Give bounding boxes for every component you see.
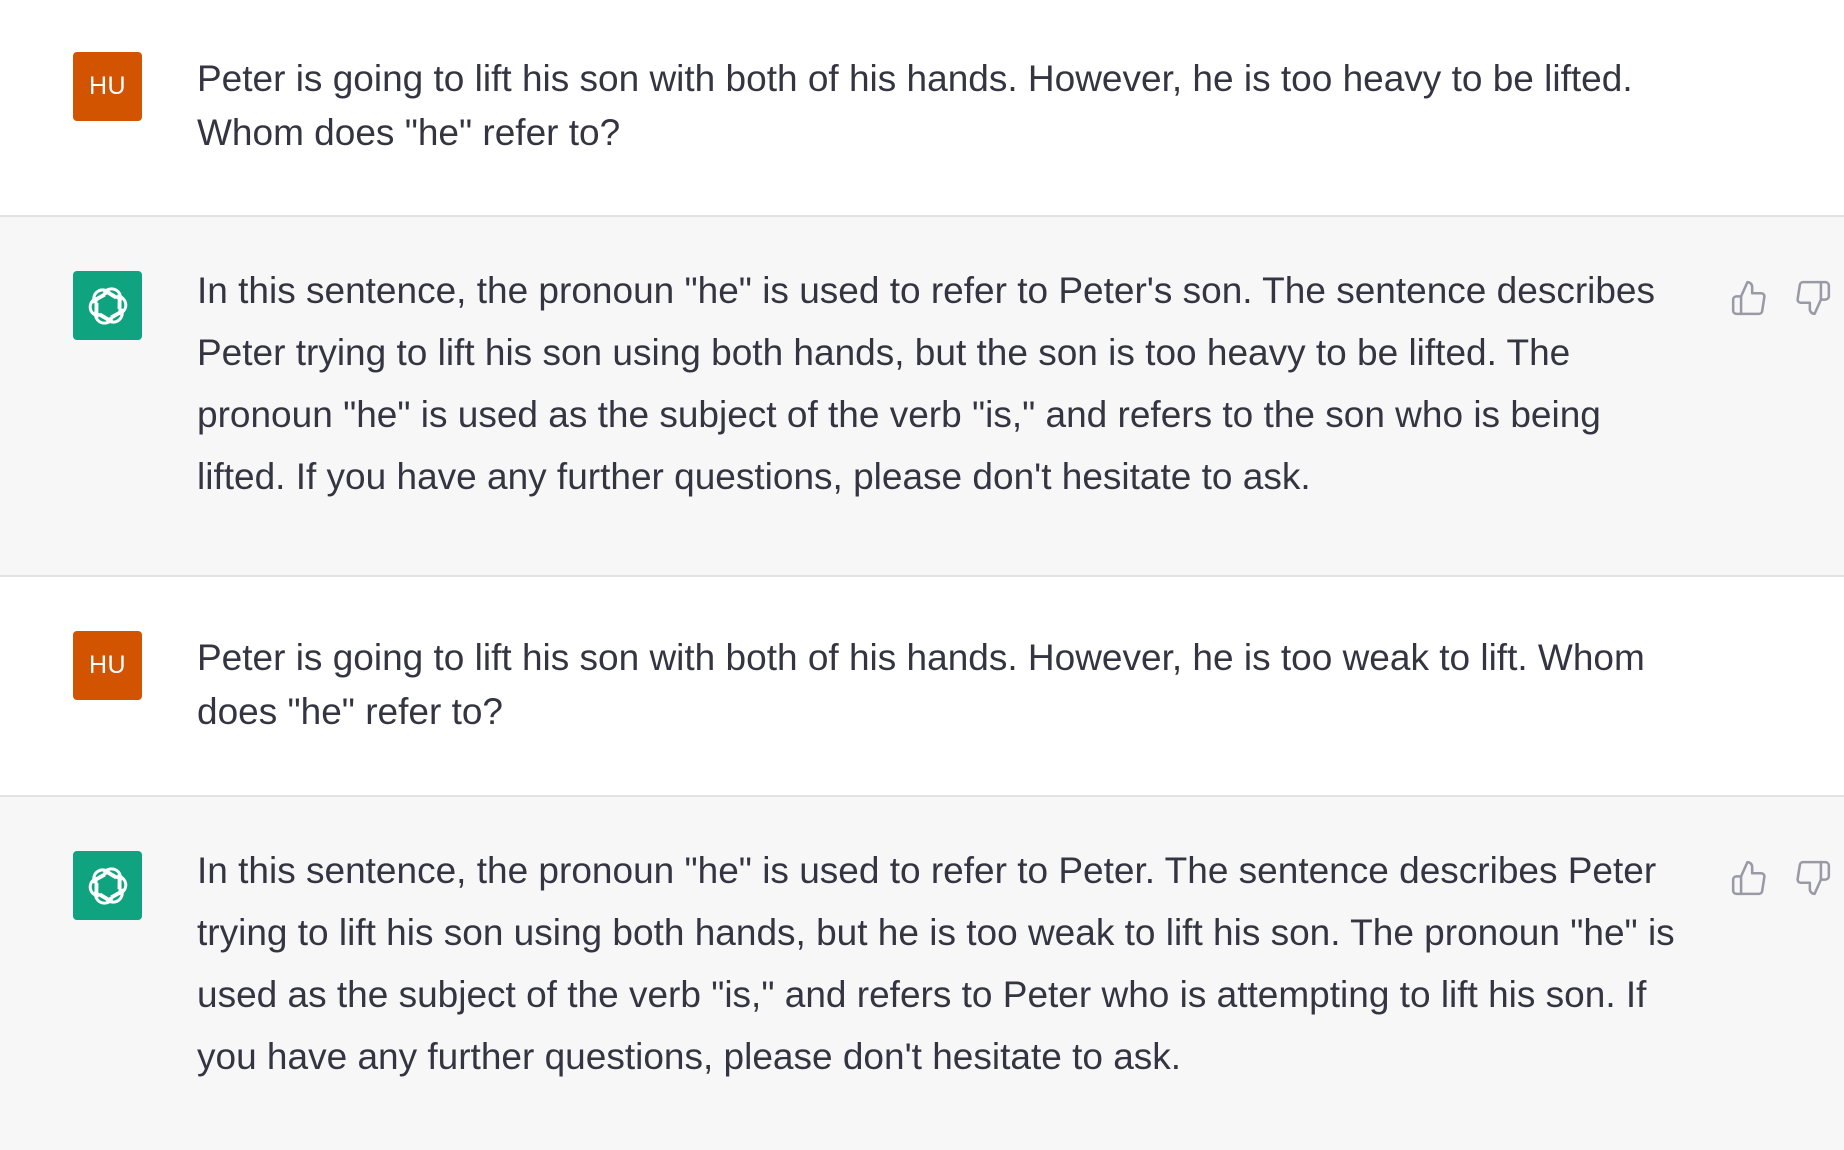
user-message: HU Peter is going to lift his son with b… xyxy=(0,577,1844,797)
assistant-message: In this sentence, the pronoun "he" is us… xyxy=(0,217,1844,577)
user-avatar-label: HU xyxy=(88,72,127,100)
thumbs-down-icon xyxy=(1796,280,1831,316)
thumbs-up-icon xyxy=(1731,860,1766,896)
thumbs-down-button[interactable] xyxy=(1794,279,1832,317)
thumbs-down-button[interactable] xyxy=(1794,859,1832,897)
assistant-avatar xyxy=(73,271,142,340)
assistant-message: In this sentence, the pronoun "he" is us… xyxy=(0,797,1844,1150)
openai-logo-icon xyxy=(88,866,127,905)
thumbs-down-icon xyxy=(1796,860,1831,896)
chat-thread: HU Peter is going to lift his son with b… xyxy=(0,0,1844,1150)
thumbs-up-icon xyxy=(1731,280,1766,316)
openai-logo-icon xyxy=(88,286,127,325)
message-text: In this sentence, the pronoun "he" is us… xyxy=(197,850,1675,1077)
message-text: Peter is going to lift his son with both… xyxy=(197,58,1633,153)
thumbs-up-button[interactable] xyxy=(1730,279,1768,317)
message-text: Peter is going to lift his son with both… xyxy=(197,637,1645,732)
assistant-avatar xyxy=(73,851,142,920)
user-avatar: HU xyxy=(73,52,142,121)
message-text: In this sentence, the pronoun "he" is us… xyxy=(197,270,1656,497)
thumbs-up-button[interactable] xyxy=(1730,859,1768,897)
user-message: HU Peter is going to lift his son with b… xyxy=(0,0,1844,217)
feedback-buttons xyxy=(1730,859,1832,897)
feedback-buttons xyxy=(1730,279,1832,317)
user-avatar-label: HU xyxy=(88,651,127,679)
user-avatar: HU xyxy=(73,631,142,700)
